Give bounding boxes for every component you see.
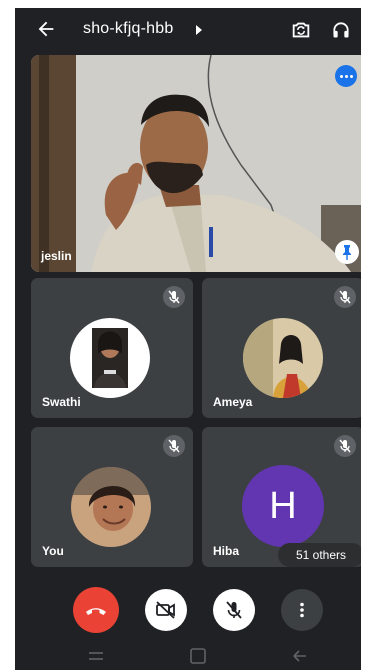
switch-camera-icon[interactable] xyxy=(290,19,312,41)
nav-back-icon[interactable] xyxy=(293,650,306,662)
featured-video[interactable]: jeslin xyxy=(31,55,361,272)
more-options-button[interactable] xyxy=(281,589,323,631)
mic-off-icon xyxy=(163,286,185,308)
meeting-code[interactable]: sho-kfjq-hbb xyxy=(83,20,173,38)
headphones-icon[interactable] xyxy=(331,19,351,41)
caret-right-icon[interactable] xyxy=(195,25,203,35)
others-count-button[interactable]: 51 others xyxy=(278,543,361,567)
mic-off-icon xyxy=(334,286,356,308)
avatar-initial: H xyxy=(242,465,324,547)
participant-name: Swathi xyxy=(42,395,81,409)
end-call-icon xyxy=(86,608,106,615)
more-vertical-icon xyxy=(300,602,304,618)
mic-off-icon xyxy=(334,435,356,457)
avatar xyxy=(71,467,151,547)
back-arrow-icon[interactable] xyxy=(35,18,57,40)
toggle-camera-button[interactable] xyxy=(145,589,187,631)
avatar xyxy=(70,318,150,398)
end-call-button[interactable] xyxy=(73,587,119,633)
recents-icon[interactable] xyxy=(89,652,103,660)
featured-video-frame xyxy=(31,55,361,272)
participant-name: Hiba xyxy=(213,544,240,558)
more-dots-icon[interactable] xyxy=(335,65,357,87)
system-nav-bar xyxy=(15,644,361,670)
video-off-icon xyxy=(156,601,175,619)
participant-name: You xyxy=(42,544,64,558)
participant-name: Ameya xyxy=(213,395,253,409)
mic-off-icon xyxy=(163,435,185,457)
top-bar: sho-kfjq-hbb xyxy=(15,8,361,52)
participant-tile-ameya[interactable]: Ameya xyxy=(202,278,361,418)
participant-tile-you[interactable]: You xyxy=(31,427,193,567)
toggle-mic-button[interactable] xyxy=(213,589,255,631)
meet-screen: sho-kfjq-hbb jeslin Swathi Ameya You H H… xyxy=(15,8,361,670)
home-icon[interactable] xyxy=(190,648,206,664)
avatar xyxy=(243,318,323,398)
pin-icon[interactable] xyxy=(335,240,359,264)
mic-off-icon xyxy=(226,601,242,619)
participant-tile-swathi[interactable]: Swathi xyxy=(31,278,193,418)
featured-name: jeslin xyxy=(41,249,72,263)
